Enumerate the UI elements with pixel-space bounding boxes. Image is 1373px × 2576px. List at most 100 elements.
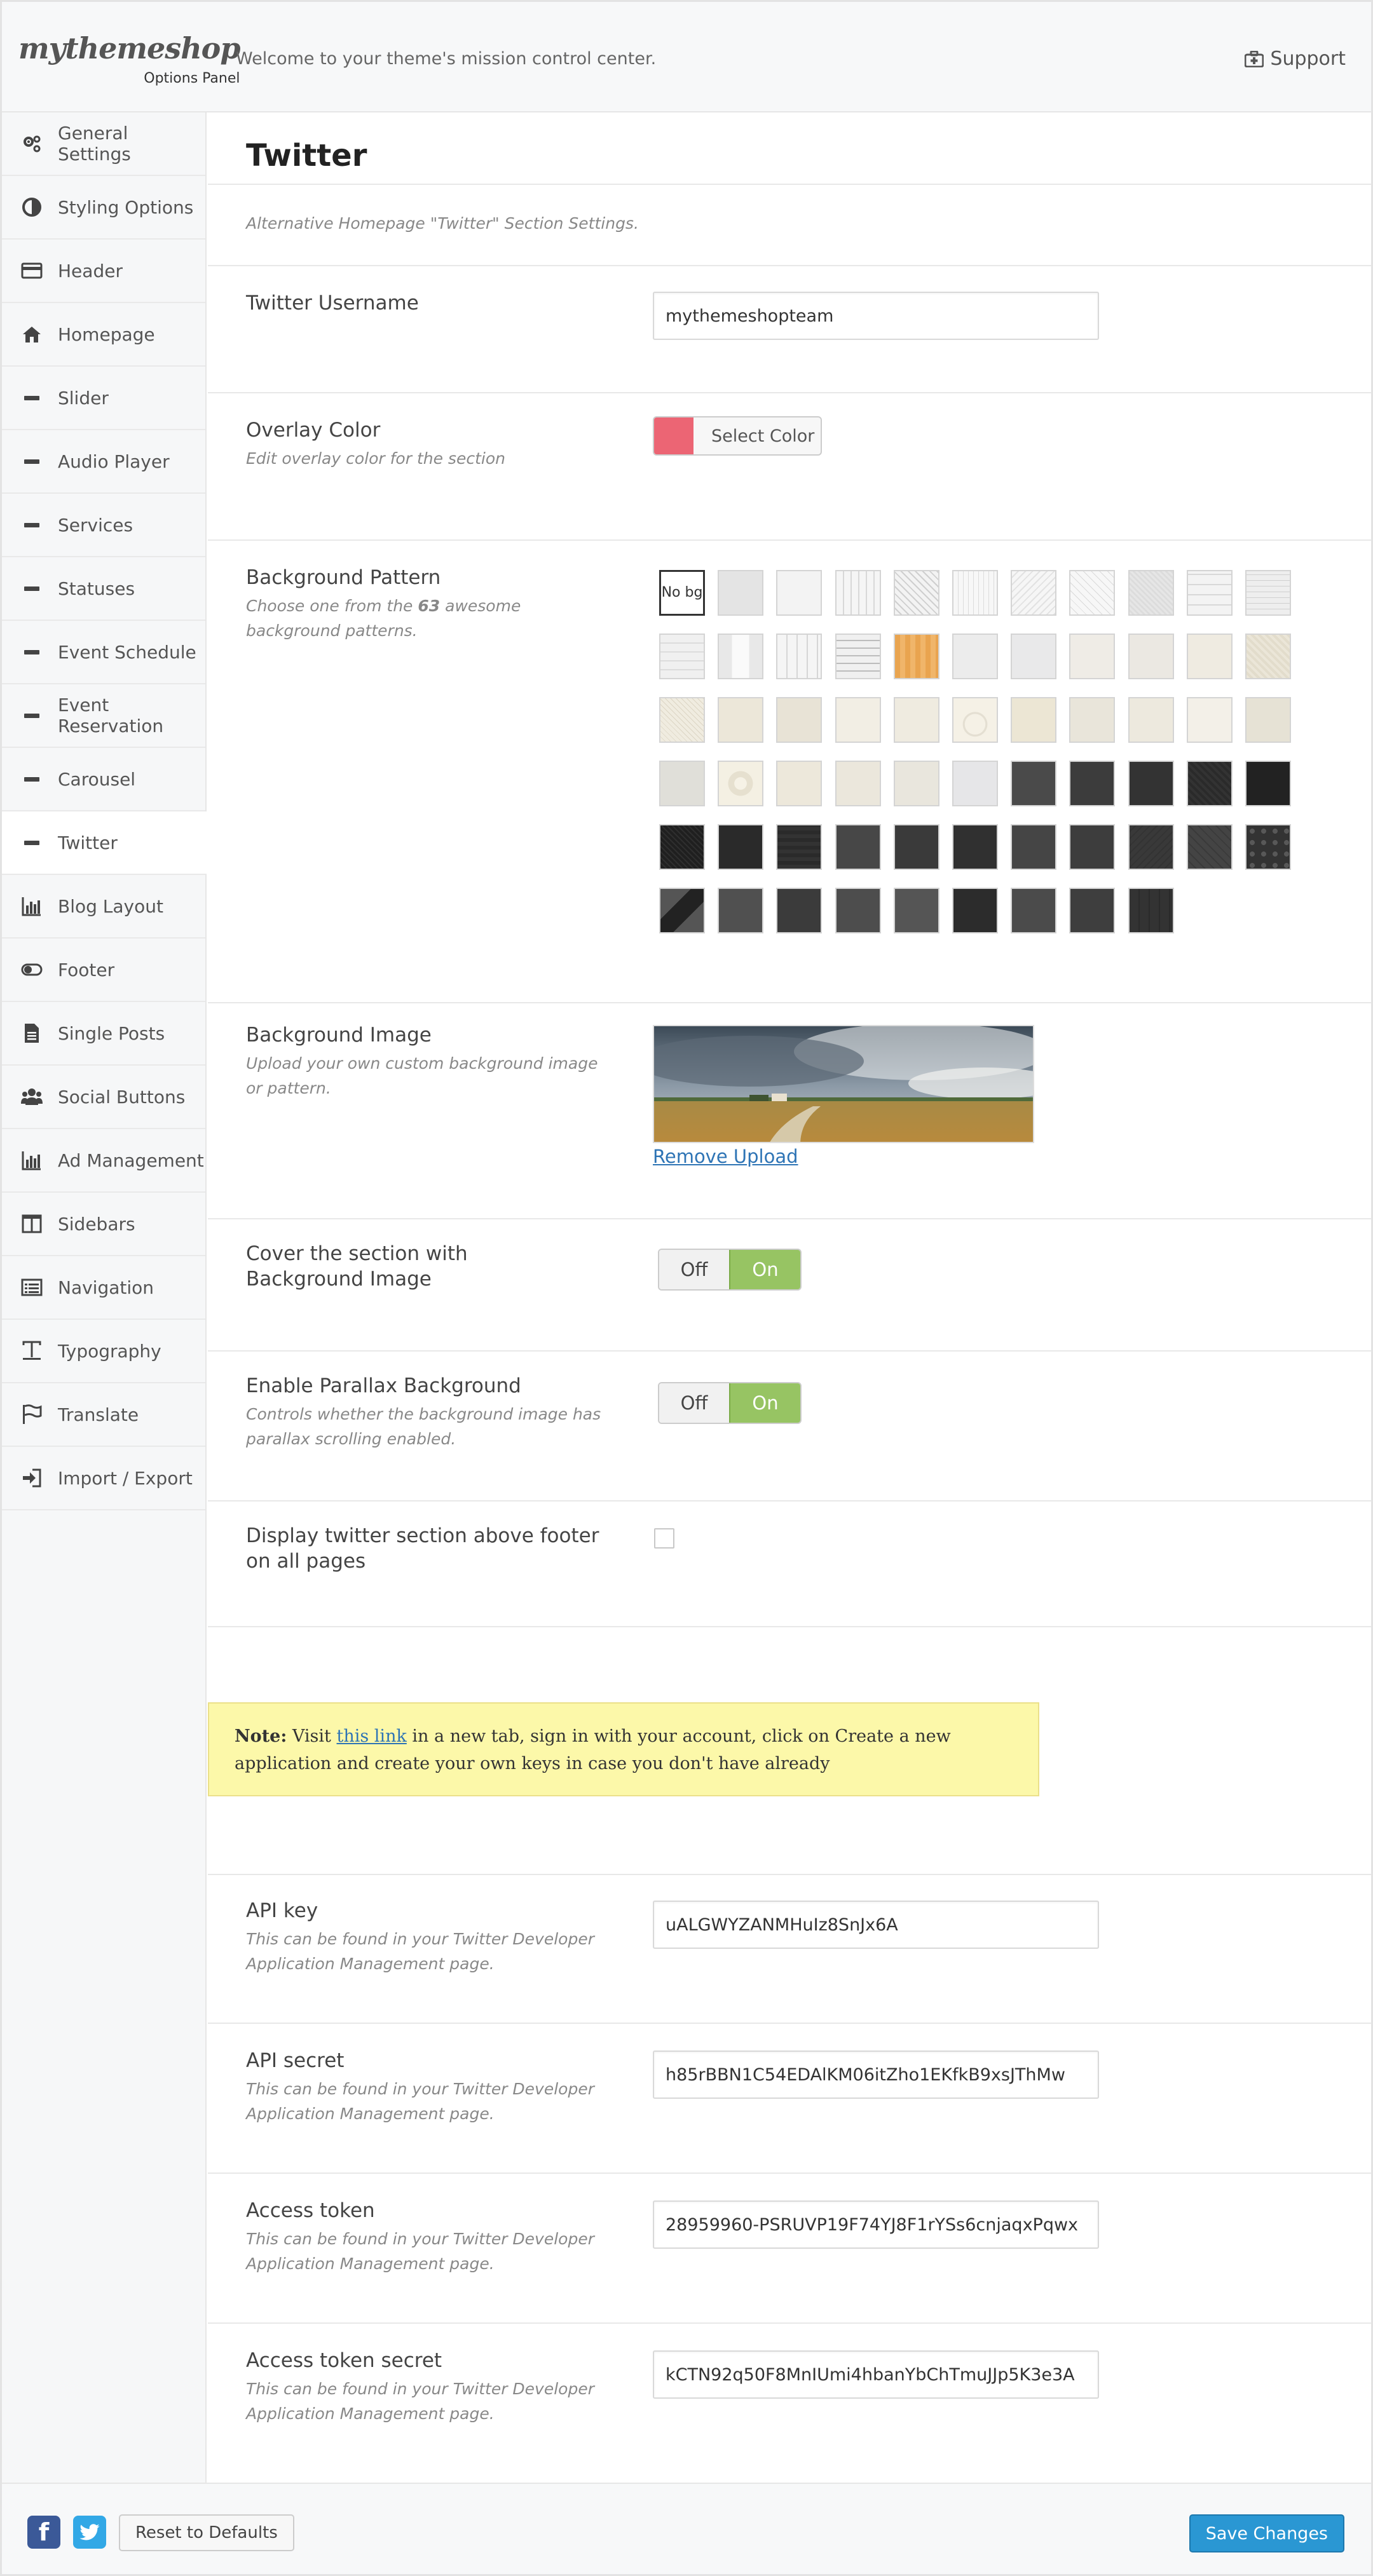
pattern-swatch[interactable] <box>718 570 764 616</box>
pattern-swatch[interactable] <box>1069 570 1116 616</box>
pattern-swatch[interactable] <box>952 697 998 743</box>
sidebar-item-translate[interactable]: Translate <box>2 1383 205 1447</box>
pattern-swatch[interactable] <box>1245 824 1291 870</box>
pattern-swatch[interactable] <box>893 570 939 616</box>
support-link[interactable]: Support <box>1245 48 1346 70</box>
api-key-input[interactable] <box>653 1901 1099 1949</box>
pattern-swatch[interactable] <box>659 634 705 679</box>
pattern-swatch[interactable] <box>1128 697 1174 743</box>
pattern-swatch[interactable] <box>1128 888 1174 933</box>
pattern-swatch[interactable] <box>893 634 939 679</box>
api-secret-input[interactable] <box>653 2051 1099 2099</box>
sidebar-item-styling-options[interactable]: Styling Options <box>2 176 205 240</box>
pattern-swatch[interactable] <box>1011 570 1057 616</box>
pattern-swatch[interactable] <box>893 824 939 870</box>
pattern-swatch[interactable] <box>1186 697 1233 743</box>
pattern-swatch[interactable] <box>1245 634 1291 679</box>
pattern-swatch[interactable] <box>1128 824 1174 870</box>
pattern-swatch[interactable] <box>718 824 764 870</box>
pattern-swatch[interactable] <box>718 888 764 933</box>
pattern-swatch[interactable] <box>1245 761 1291 806</box>
pattern-swatch[interactable] <box>776 888 823 933</box>
pattern-swatch[interactable] <box>1128 570 1174 616</box>
pattern-swatch[interactable] <box>1069 761 1116 806</box>
pattern-swatch[interactable] <box>1011 697 1057 743</box>
reset-to-defaults-button[interactable]: Reset to Defaults <box>119 2514 294 2551</box>
pattern-swatch[interactable] <box>952 634 998 679</box>
pattern-swatch[interactable] <box>893 697 939 743</box>
sidebar-item-footer[interactable]: Footer <box>2 939 205 1002</box>
pattern-swatch[interactable] <box>776 824 823 870</box>
remove-upload-link[interactable]: Remove Upload <box>653 1146 1034 1167</box>
pattern-swatch[interactable] <box>893 888 939 933</box>
facebook-icon[interactable]: f <box>27 2516 60 2549</box>
pattern-swatch[interactable] <box>659 697 705 743</box>
display-twitter-checkbox[interactable] <box>654 1528 674 1549</box>
pattern-swatch[interactable] <box>659 824 705 870</box>
parallax-toggle[interactable]: Off On <box>658 1382 802 1424</box>
cover-toggle[interactable]: Off On <box>658 1249 802 1291</box>
pattern-swatch[interactable] <box>952 824 998 870</box>
sidebar-item-twitter[interactable]: Twitter <box>2 811 207 875</box>
sidebar-item-sidebars[interactable]: Sidebars <box>2 1193 205 1256</box>
cover-on-option[interactable]: On <box>729 1250 800 1289</box>
access-token-secret-input[interactable] <box>653 2350 1099 2399</box>
pattern-swatch[interactable] <box>835 761 881 806</box>
sidebar-item-header[interactable]: Header <box>2 240 205 303</box>
twitter-icon[interactable] <box>73 2516 106 2549</box>
sidebar-item-import-export[interactable]: Import / Export <box>2 1447 205 1510</box>
pattern-swatch[interactable] <box>718 697 764 743</box>
sidebar-item-general-settings[interactable]: General Settings <box>2 112 205 176</box>
sidebar-item-carousel[interactable]: Carousel <box>2 748 205 811</box>
sidebar-item-event-schedule[interactable]: Event Schedule <box>2 621 205 684</box>
pattern-swatch[interactable] <box>952 570 998 616</box>
pattern-swatch[interactable] <box>718 634 764 679</box>
pattern-swatch[interactable] <box>835 888 881 933</box>
pattern-swatch[interactable] <box>1128 634 1174 679</box>
pattern-swatch[interactable] <box>1069 697 1116 743</box>
parallax-off-option[interactable]: Off <box>659 1383 729 1423</box>
pattern-swatch[interactable] <box>835 634 881 679</box>
sidebar-item-blog-layout[interactable]: Blog Layout <box>2 875 205 939</box>
pattern-swatch[interactable] <box>1128 761 1174 806</box>
pattern-swatch[interactable] <box>835 824 881 870</box>
pattern-swatch[interactable] <box>776 634 823 679</box>
sidebar-item-slider[interactable]: Slider <box>2 367 205 430</box>
pattern-swatch[interactable] <box>1245 697 1291 743</box>
pattern-swatch[interactable] <box>776 697 823 743</box>
twitter-username-input[interactable] <box>653 292 1099 340</box>
sidebar-item-ad-management[interactable]: Ad Management <box>2 1129 205 1193</box>
pattern-swatch[interactable] <box>835 697 881 743</box>
sidebar-item-social-buttons[interactable]: Social Buttons <box>2 1066 205 1129</box>
this-link[interactable]: this link <box>336 1726 406 1746</box>
pattern-swatch[interactable] <box>1069 888 1116 933</box>
pattern-swatch[interactable] <box>776 570 823 616</box>
pattern-swatch[interactable] <box>893 761 939 806</box>
sidebar-item-statuses[interactable]: Statuses <box>2 557 205 621</box>
sidebar-item-homepage[interactable]: Homepage <box>2 303 205 367</box>
pattern-swatch[interactable] <box>659 761 705 806</box>
pattern-swatch[interactable] <box>952 888 998 933</box>
pattern-swatch[interactable] <box>952 761 998 806</box>
sidebar-item-single-posts[interactable]: Single Posts <box>2 1002 205 1066</box>
pattern-swatch[interactable] <box>1186 824 1233 870</box>
pattern-swatch[interactable] <box>1011 634 1057 679</box>
cover-off-option[interactable]: Off <box>659 1250 729 1289</box>
access-token-input[interactable] <box>653 2200 1099 2249</box>
pattern-swatch[interactable] <box>1011 824 1057 870</box>
sidebar-item-audio-player[interactable]: Audio Player <box>2 430 205 494</box>
pattern-swatch[interactable] <box>1245 570 1291 616</box>
pattern-swatch[interactable] <box>1186 570 1233 616</box>
pattern-swatch[interactable] <box>1011 888 1057 933</box>
pattern-swatch[interactable] <box>1011 761 1057 806</box>
parallax-on-option[interactable]: On <box>729 1383 800 1423</box>
pattern-no-bg[interactable]: No bg <box>659 570 705 616</box>
sidebar-item-event-reservation[interactable]: Event Reservation <box>2 684 205 748</box>
pattern-swatch[interactable] <box>835 570 881 616</box>
select-color-button[interactable]: Select Color <box>653 416 822 456</box>
save-changes-button[interactable]: Save Changes <box>1189 2514 1344 2552</box>
pattern-swatch[interactable] <box>776 761 823 806</box>
pattern-swatch[interactable] <box>1069 634 1116 679</box>
sidebar-item-services[interactable]: Services <box>2 494 205 557</box>
pattern-swatch[interactable] <box>1069 824 1116 870</box>
